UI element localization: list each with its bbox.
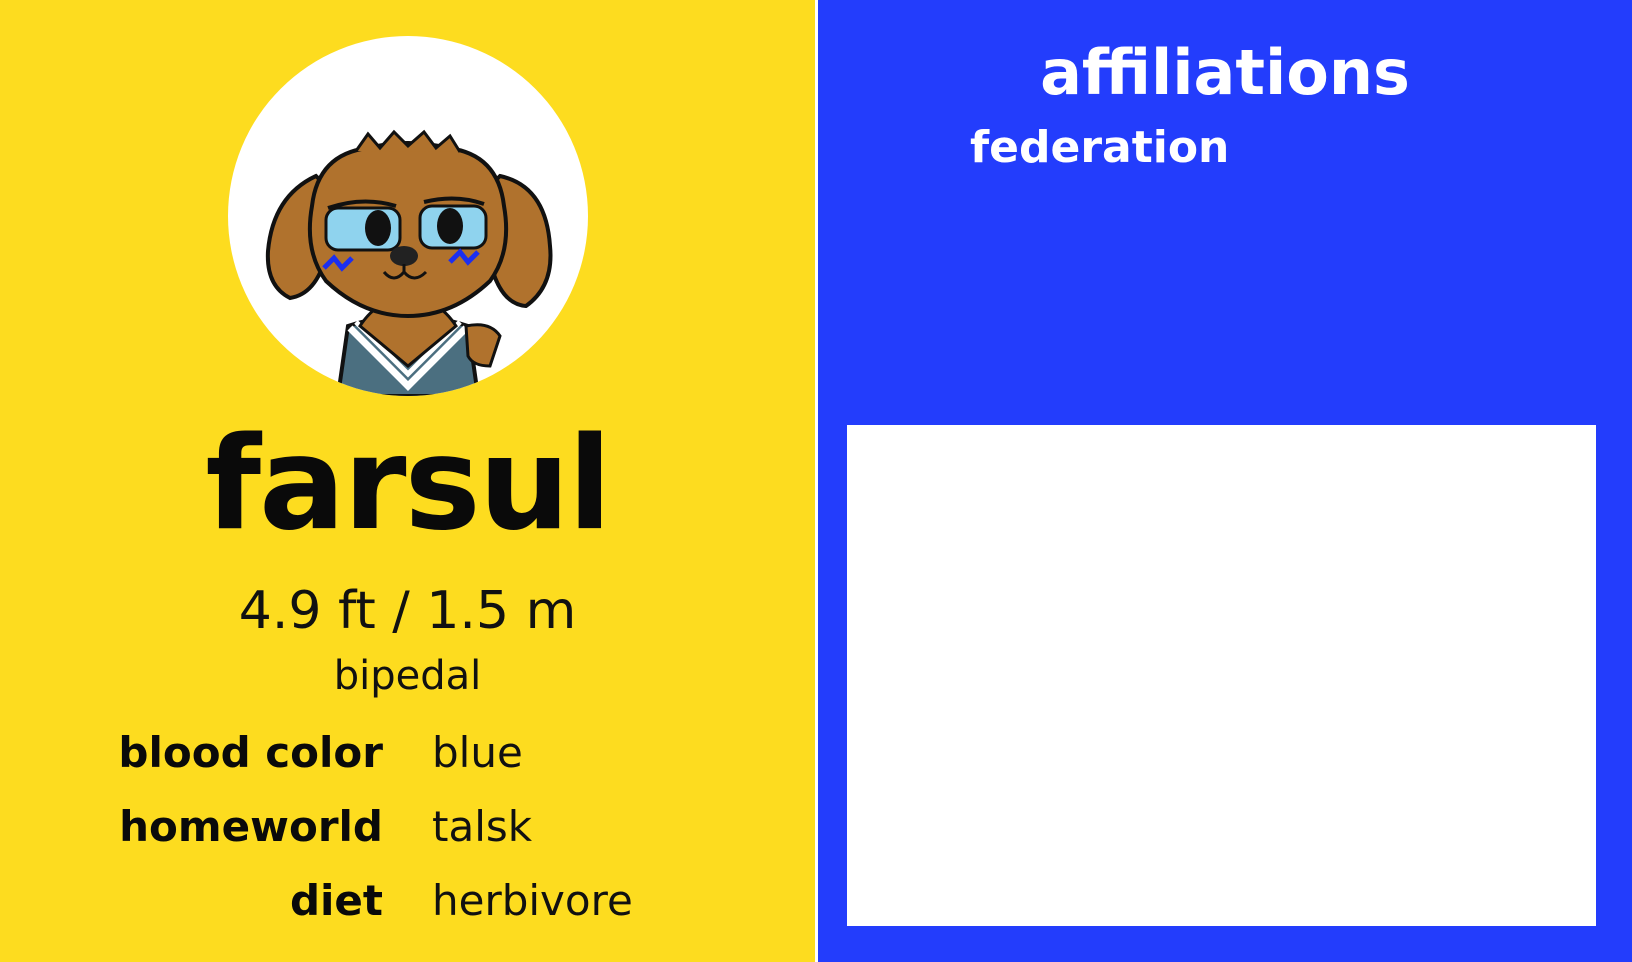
fact-label: blood color — [118, 728, 383, 777]
affiliation-item: federation — [970, 122, 1230, 173]
species-height: 4.9 ft / 1.5 m — [238, 581, 577, 641]
fact-row-homeworld: homeworld talsk — [0, 794, 815, 868]
fact-row-diet: diet herbivore — [0, 868, 815, 942]
species-locomotion: bipedal — [333, 653, 482, 699]
fact-value: blue — [432, 728, 523, 777]
fact-value: talsk — [432, 802, 533, 851]
species-info-panel: farsul 4.9 ft / 1.5 m bipedal blood colo… — [0, 0, 815, 962]
species-name: farsul — [205, 410, 611, 559]
fact-row-blood-color: blood color blue — [0, 720, 815, 794]
fact-value: herbivore — [432, 876, 633, 925]
species-avatar — [228, 36, 588, 396]
content-area — [847, 425, 1596, 926]
species-facts: blood color blue homeworld talsk diet he… — [0, 720, 815, 942]
affiliations-title: affiliations — [1040, 36, 1410, 109]
dog-portrait-image — [265, 129, 553, 396]
fact-label: diet — [289, 876, 383, 925]
affiliations-list: federation — [970, 122, 1229, 175]
affiliations-panel: affiliations federation — [818, 0, 1632, 962]
fact-label: homeworld — [119, 802, 383, 851]
